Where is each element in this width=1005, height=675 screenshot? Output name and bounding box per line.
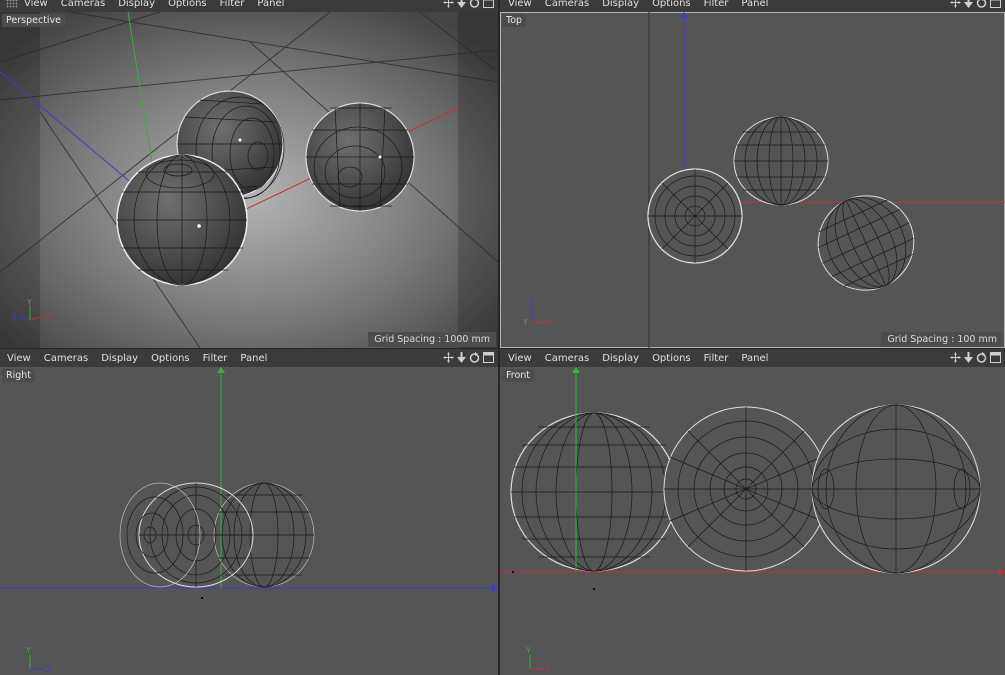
viewport-menubar: View Cameras Display Options Filter Pane…	[0, 0, 498, 12]
viewport-divider-horizontal[interactable]	[0, 348, 1005, 349]
menu-panel[interactable]: Panel	[741, 0, 768, 9]
maximize-icon[interactable]	[990, 0, 1001, 8]
axis-label-y: Y	[26, 298, 32, 307]
menu-view[interactable]: View	[508, 353, 532, 364]
menu-filter[interactable]: Filter	[704, 353, 729, 364]
viewport-menubar: View Cameras Display Options Filter Pane…	[500, 0, 1005, 12]
menu-display[interactable]: Display	[118, 0, 155, 9]
axis-label-x: X	[45, 312, 51, 321]
viewport-label: Right	[2, 369, 36, 382]
grid-spacing: Grid Spacing : 100 mm	[881, 332, 1003, 347]
axis-gizmo: Z X Y	[520, 296, 560, 332]
drag-grip-icon[interactable]	[6, 0, 18, 8]
move-icon[interactable]	[443, 352, 454, 363]
move-icon[interactable]	[950, 0, 961, 8]
maximize-icon[interactable]	[990, 352, 1001, 363]
axis-gizmo: Y X	[518, 641, 562, 675]
menu-filter[interactable]: Filter	[220, 0, 245, 9]
axis-label-y: Y	[525, 646, 531, 655]
menu-display[interactable]: Display	[101, 353, 138, 364]
menu-cameras[interactable]: Cameras	[61, 0, 105, 9]
menu-panel[interactable]: Panel	[257, 0, 284, 9]
maximize-icon[interactable]	[483, 0, 494, 8]
menu-options[interactable]: Options	[652, 0, 691, 9]
perspective-canvas[interactable]: Perspective Y X Z Grid Spacing : 1000 mm	[0, 12, 498, 348]
viewport-tools	[443, 0, 494, 8]
dolly-icon[interactable]	[457, 352, 466, 363]
axis-label-x: X	[546, 665, 552, 674]
dolly-icon[interactable]	[964, 0, 973, 8]
dolly-icon[interactable]	[457, 0, 466, 8]
menu-options[interactable]: Options	[151, 353, 190, 364]
axis-label-y: Y	[25, 646, 31, 655]
top-canvas[interactable]: Top Z X Y Grid Spacing : 100 mm	[500, 12, 1005, 348]
menu-filter[interactable]: Filter	[203, 353, 228, 364]
menu-panel[interactable]: Panel	[741, 353, 768, 364]
menu-panel[interactable]: Panel	[240, 353, 267, 364]
menu-options[interactable]: Options	[652, 353, 691, 364]
axis-label-y: Y	[522, 318, 528, 327]
axis-gizmo: Y X Z	[8, 296, 56, 330]
front-canvas[interactable]: Front Y X	[500, 367, 1005, 675]
right-canvas[interactable]: Right Y Z	[0, 367, 498, 675]
viewport-menubar: View Cameras Display Options Filter Pane…	[500, 349, 1005, 367]
menu-cameras[interactable]: Cameras	[44, 353, 88, 364]
rotate-icon[interactable]	[469, 352, 480, 363]
menu-filter[interactable]: Filter	[704, 0, 729, 9]
viewport-label: Top	[502, 14, 527, 27]
viewport-menubar: View Cameras Display Options Filter Pane…	[0, 349, 498, 367]
viewport-label: Front	[502, 369, 535, 382]
menu-view[interactable]: View	[7, 353, 31, 364]
menu-cameras[interactable]: Cameras	[545, 0, 589, 9]
move-icon[interactable]	[443, 0, 454, 8]
viewport-front[interactable]: View Cameras Display Options Filter Pane…	[500, 349, 1005, 675]
menu-display[interactable]: Display	[602, 353, 639, 364]
menu-display[interactable]: Display	[602, 0, 639, 9]
axis-gizmo: Y Z	[18, 641, 62, 675]
viewport-tools	[950, 0, 1001, 8]
maximize-icon[interactable]	[483, 352, 494, 363]
viewport-right[interactable]: View Cameras Display Options Filter Pane…	[0, 349, 498, 675]
axis-label-z: Z	[46, 665, 52, 674]
menu-view[interactable]: View	[24, 0, 48, 9]
viewport-divider-vertical[interactable]	[498, 0, 500, 675]
viewport-tools	[950, 352, 1001, 363]
menu-options[interactable]: Options	[168, 0, 207, 9]
axis-label-z: Z	[528, 299, 534, 308]
dolly-icon[interactable]	[964, 352, 973, 363]
move-icon[interactable]	[950, 352, 961, 363]
viewport-label: Perspective	[2, 14, 66, 27]
axis-label-x: X	[547, 318, 553, 327]
viewport-perspective[interactable]: View Cameras Display Options Filter Pane…	[0, 0, 498, 348]
menu-cameras[interactable]: Cameras	[545, 353, 589, 364]
grid-spacing: Grid Spacing : 1000 mm	[368, 332, 496, 347]
viewport-top[interactable]: View Cameras Display Options Filter Pane…	[500, 0, 1005, 348]
viewport-tools	[443, 352, 494, 363]
rotate-icon[interactable]	[469, 0, 480, 8]
rotate-icon[interactable]	[976, 352, 987, 363]
rotate-icon[interactable]	[976, 0, 987, 8]
menu-view[interactable]: View	[508, 0, 532, 9]
axis-label-z: Z	[12, 312, 18, 321]
